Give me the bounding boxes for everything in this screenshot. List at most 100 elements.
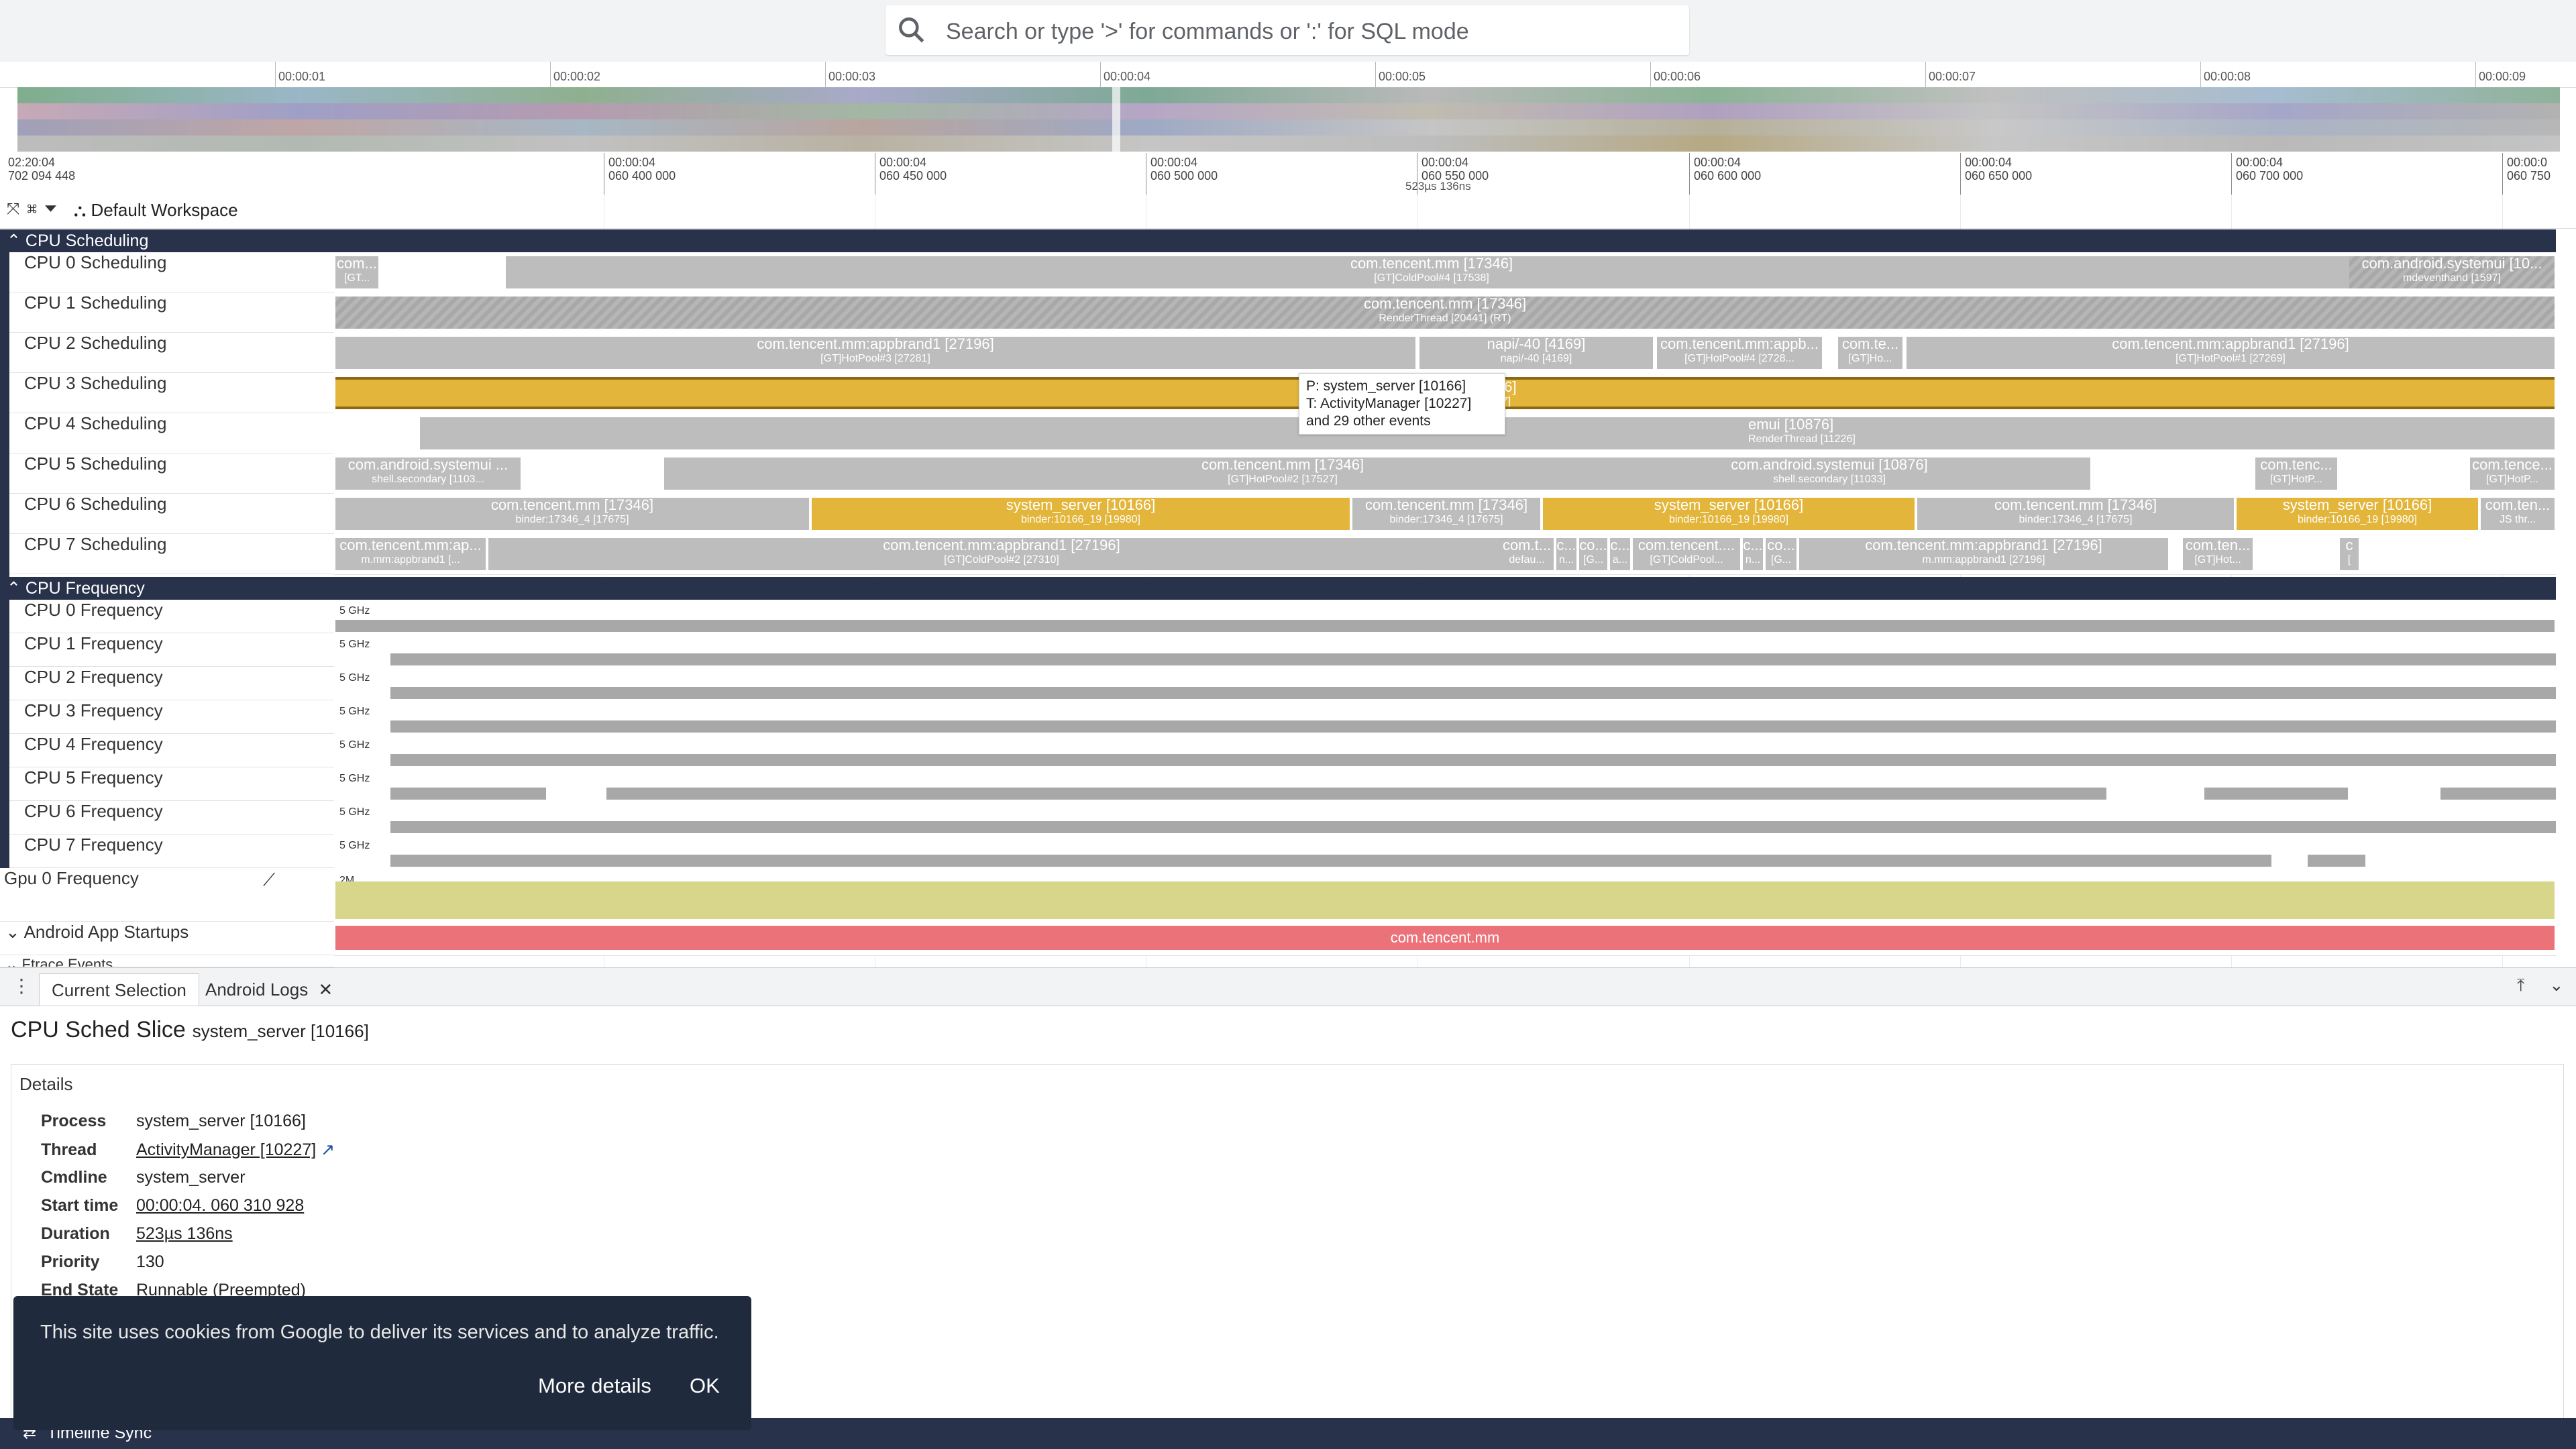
sched-slice[interactable]: system_server [10166] binder:10166_19 [19…	[812, 498, 1350, 530]
time-axis: 02:20:04 702 094 448 00:00:04 060 400 000…	[0, 153, 2576, 195]
track-name-cpu0-freq[interactable]: CPU 0 Frequency	[9, 600, 343, 633]
tab-current-selection[interactable]: Current Selection	[39, 973, 199, 1006]
sched-slice[interactable]: com... [GT...	[335, 256, 378, 288]
sched-slice[interactable]: system_server [10166] binder:10166_19 [19…	[2237, 498, 2478, 530]
sched-slice[interactable]: com.tencent.mm:appbrand1 [27196] [GT]HotP…	[335, 337, 1415, 369]
app-startup-slice[interactable]: com.tencent.mm	[335, 926, 2555, 950]
sched-slice[interactable]: com.tencent.mm:appbrand1 [27196] [GT]HotP…	[1907, 337, 2555, 369]
search-input[interactable]: Search or type '>' for commands or ':' f…	[946, 19, 1469, 45]
track-area-cpu5-freq[interactable]: 5 GHz	[334, 767, 2556, 802]
freq-bar[interactable]	[390, 855, 2328, 867]
omnibox[interactable]: Search or type '>' for commands or ':' f…	[885, 5, 1689, 55]
more-details-button[interactable]: More details	[530, 1368, 659, 1403]
freq-bar[interactable]	[390, 821, 2556, 833]
track-name-cpu1-freq[interactable]: CPU 1 Frequency	[9, 633, 343, 667]
detail-key: Priority	[41, 1252, 100, 1271]
gpu-freq-area[interactable]	[335, 881, 2555, 919]
sched-slice[interactable]: com.tencent.... [GT]ColdPool...	[1633, 538, 1740, 570]
track-area-cpu5-sched[interactable]: com.android.systemui ... shell.secondary …	[334, 453, 2556, 494]
sched-slice[interactable]: c... n...	[1556, 538, 1576, 570]
sched-slice[interactable]: com.ten... [GT]Hot...	[2183, 538, 2253, 570]
freq-bar[interactable]	[390, 754, 2556, 766]
freq-bar[interactable]	[390, 687, 2556, 699]
sched-slice[interactable]: com.te... [GT]Ho...	[1838, 337, 1902, 369]
track-name-cpu6-sched[interactable]: CPU 6 Scheduling	[9, 494, 343, 534]
track-name-cpu5-freq[interactable]: CPU 5 Frequency	[9, 767, 343, 801]
overview-heatmap[interactable]	[17, 87, 2560, 152]
sched-slice[interactable]: com.tence... [GT]HotP...	[2470, 458, 2555, 490]
track-area-cpu4-freq[interactable]: 5 GHz	[334, 734, 2556, 768]
close-icon[interactable]: ✕	[318, 979, 333, 1000]
sched-slice[interactable]: com.android.systemui [10... mdeventhand […	[2349, 256, 2555, 288]
more-vert-icon[interactable]: ⋮	[12, 975, 31, 997]
track-name-cpu2-freq[interactable]: CPU 2 Frequency	[9, 667, 343, 700]
ok-button[interactable]: OK	[682, 1368, 728, 1403]
sched-slice[interactable]: com.tencent.mm [17346] RenderThread [2044…	[335, 297, 2555, 329]
track-area-cpu7-sched[interactable]: com.tencent.mm:ap... m.mm:appbrand1 [... …	[334, 534, 2556, 575]
track-area-cpu0-freq[interactable]: 5 GHz	[334, 600, 2556, 634]
track-area-cpu1-freq[interactable]: 5 GHz	[334, 633, 2556, 667]
chevron-up-icon: ⌃	[7, 579, 25, 598]
track-name-cpu7-sched[interactable]: CPU 7 Scheduling	[9, 534, 343, 574]
sched-slice[interactable]: c... n...	[1743, 538, 1763, 570]
sched-slice[interactable]: c[	[2340, 538, 2359, 570]
group-ftrace-events[interactable]: ⌄ Ftrace Events	[0, 955, 334, 967]
group-android-app-startups[interactable]: ⌄ Android App Startups	[0, 922, 334, 955]
group-cpu-scheduling[interactable]: ⌃ CPU Scheduling	[0, 229, 2556, 252]
sched-slice[interactable]: system_server [10166] binder:10166_19 [19…	[1543, 498, 1915, 530]
sched-slice[interactable]: com.tencent.mm:appb... [GT]HotPool#4 [272…	[1657, 337, 1822, 369]
sched-slice[interactable]: com.tenc... [GT]HotP...	[2255, 458, 2337, 490]
track-name-cpu7-freq[interactable]: CPU 7 Frequency	[9, 835, 343, 868]
track-name-cpu0-sched[interactable]: CPU 0 Scheduling	[9, 252, 343, 292]
sched-slice[interactable]: com.android.systemui ... shell.secondary …	[335, 458, 521, 490]
workspace-selector[interactable]: ⛬ Default Workspace	[74, 200, 238, 221]
sched-slice[interactable]: co... [G...	[1766, 538, 1796, 570]
maximize-panel-icon[interactable]: ⤒	[2517, 975, 2525, 996]
sched-slice[interactable]: c... a...	[1610, 538, 1630, 570]
track-name-gpu0-freq[interactable]: Gpu 0 Frequency ⟋	[0, 868, 334, 922]
freq-bar[interactable]	[2308, 855, 2365, 867]
sched-slice[interactable]: com.android.systemui [10876] shell.second…	[1568, 458, 2090, 490]
duration-link[interactable]: 523µs 136ns	[136, 1224, 233, 1243]
track-area-gpu0-freq[interactable]: 2M	[334, 868, 2556, 922]
sched-slice[interactable]: com.t... defau...	[1500, 538, 1554, 570]
track-area-cpu7-freq[interactable]: 5 GHz	[334, 835, 2556, 869]
thread-link[interactable]: ActivityManager [10227]	[136, 1140, 316, 1159]
sched-slice[interactable]: com.tencent.mm [17346] binder:17346_4 [17…	[1352, 498, 1540, 530]
track-name-cpu4-sched[interactable]: CPU 4 Scheduling	[9, 413, 343, 453]
track-name-cpu1-sched[interactable]: CPU 1 Scheduling	[9, 292, 343, 333]
sched-slice[interactable]: com.tencent.mm:ap... m.mm:appbrand1 [...	[335, 538, 486, 570]
track-area-cpu0-sched[interactable]: com... [GT... com.tencent.mm [17346] [GT]C…	[334, 252, 2556, 293]
sched-slice[interactable]: co... [G...	[1579, 538, 1607, 570]
sched-slice[interactable]: com.tencent.mm:appbrand1 [27196] m.mm:app…	[1799, 538, 2168, 570]
track-name-cpu2-sched[interactable]: CPU 2 Scheduling	[9, 333, 343, 373]
sched-slice[interactable]: com.ten... JS thr...	[2481, 498, 2555, 530]
sched-slice[interactable]: napi/-40 [4169] napi/-40 [4169]	[1419, 337, 1653, 369]
chevron-down-icon[interactable]: ⌄	[2549, 975, 2564, 996]
external-link-icon[interactable]: ↗	[316, 1140, 335, 1159]
track-area-cpu3-freq[interactable]: 5 GHz	[334, 700, 2556, 735]
freq-bar[interactable]	[390, 788, 2556, 800]
track-area-cpu6-sched[interactable]: com.tencent.mm [17346] binder:17346_4 [17…	[334, 494, 2556, 535]
track-name-cpu5-sched[interactable]: CPU 5 Scheduling	[9, 453, 343, 494]
start-time-link[interactable]: 00:00:04. 060 310 928	[136, 1196, 304, 1215]
track-name-cpu6-freq[interactable]: CPU 6 Frequency	[9, 801, 343, 835]
track-area-app-startups[interactable]: com.tencent.mm	[334, 922, 2556, 956]
track-area-cpu1-sched[interactable]: com.tencent.mm [17346] RenderThread [2044…	[334, 292, 2556, 333]
sched-slice[interactable]: com.tencent.mm [17346] [GT]ColdPool#4 [17…	[506, 256, 2357, 288]
track-tools[interactable]: ⤧⌘⏷	[7, 200, 64, 219]
group-cpu-frequency[interactable]: ⌃ CPU Frequency	[0, 577, 2556, 600]
track-area-cpu2-freq[interactable]: 5 GHz	[334, 667, 2556, 701]
freq-bar[interactable]	[335, 620, 2555, 632]
track-name-cpu3-freq[interactable]: CPU 3 Frequency	[9, 700, 343, 734]
freq-bar[interactable]	[390, 720, 2556, 733]
track-area-cpu2-sched[interactable]: com.tencent.mm:appbrand1 [27196] [GT]HotP…	[334, 333, 2556, 374]
track-name-cpu3-sched[interactable]: CPU 3 Scheduling	[9, 373, 343, 413]
tab-android-logs[interactable]: Android Logs ✕	[193, 973, 345, 1006]
freq-bar[interactable]	[390, 653, 2556, 665]
track-area-cpu6-freq[interactable]: 5 GHz	[334, 801, 2556, 835]
sched-slice[interactable]: com.tencent.mm:appbrand1 [27196] [GT]Cold…	[488, 538, 1515, 570]
sched-slice[interactable]: com.tencent.mm [17346] binder:17346_4 [17…	[335, 498, 809, 530]
sched-slice[interactable]: com.tencent.mm [17346] binder:17346_4 [17…	[1917, 498, 2234, 530]
track-name-cpu4-freq[interactable]: CPU 4 Frequency	[9, 734, 343, 767]
